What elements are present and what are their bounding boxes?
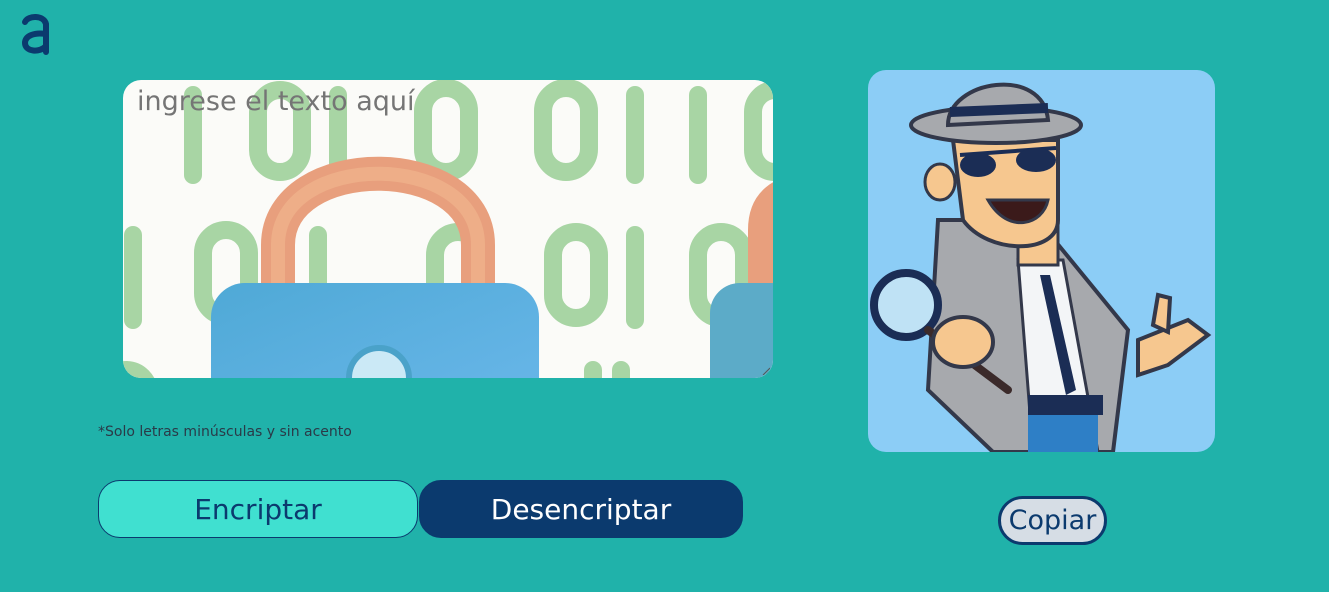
input-hint-text: *Solo letras minúsculas y sin acento [98, 424, 352, 440]
text-input-panel [123, 80, 773, 378]
encryptor-page: *Solo letras minúsculas y sin acento Enc… [0, 0, 1329, 592]
decrypt-button[interactable]: Desencriptar [419, 480, 743, 538]
detective-with-magnifier-illustration [870, 82, 1212, 452]
text-input-field[interactable] [123, 80, 773, 378]
encrypt-button[interactable]: Encriptar [98, 480, 418, 538]
copy-button[interactable]: Copiar [998, 496, 1107, 545]
alura-a-logo-icon [21, 14, 49, 55]
output-panel [868, 70, 1215, 452]
resize-grip-icon[interactable] [762, 367, 770, 375]
